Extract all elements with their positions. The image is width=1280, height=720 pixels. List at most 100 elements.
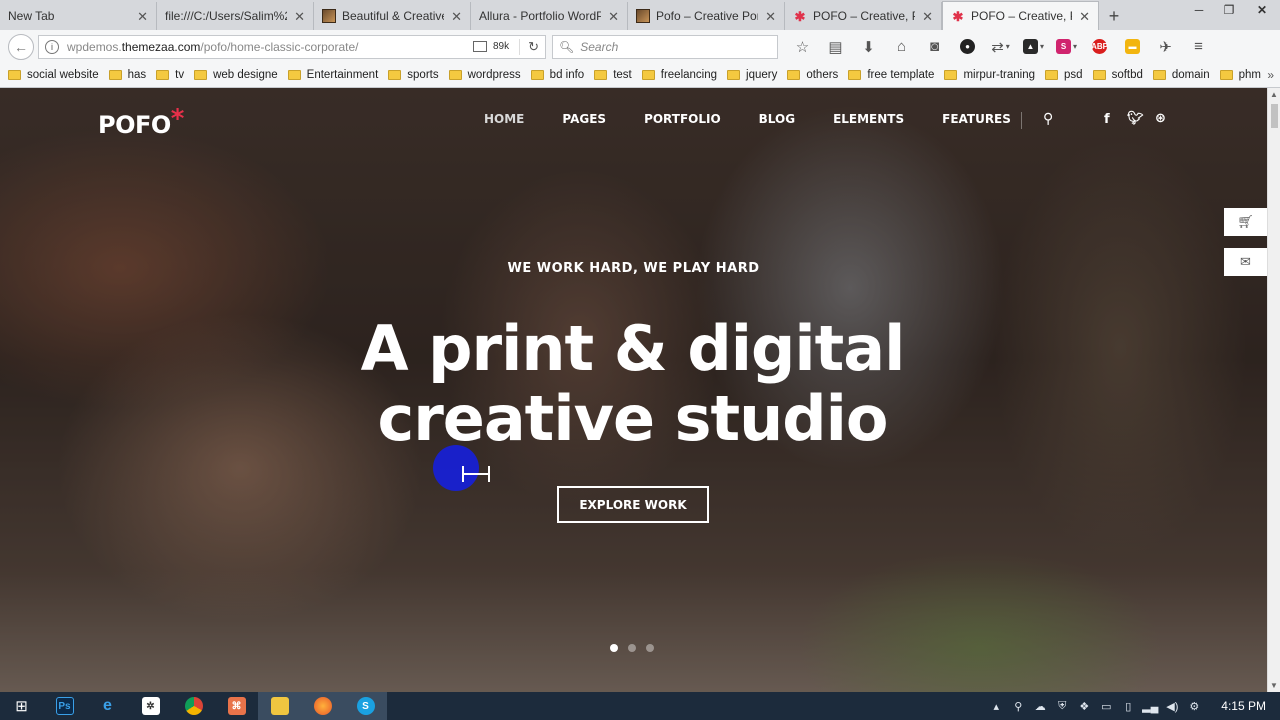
new-tab-button[interactable]: + — [1099, 2, 1129, 30]
bookmark-folder[interactable]: others — [787, 69, 838, 81]
address-bar[interactable]: i wpdemos.themezaa.com/pofo/home-classic… — [38, 34, 546, 59]
close-tab-icon[interactable]: ✕ — [294, 9, 305, 25]
close-tab-icon[interactable]: ✕ — [137, 9, 148, 25]
nav-portfolio[interactable]: PORTFOLIO — [644, 112, 721, 126]
nav-elements[interactable]: ELEMENTS — [833, 112, 904, 126]
bookmark-folder[interactable]: bd info — [530, 69, 584, 81]
bookmark-folder[interactable]: psd — [1045, 69, 1083, 81]
search-icon[interactable]: ⚲ — [1043, 111, 1053, 127]
chrome-icon[interactable] — [172, 692, 215, 720]
reader-view-icon[interactable] — [472, 41, 487, 52]
bookmarks-overflow-icon[interactable]: » — [1267, 68, 1274, 82]
skype-icon[interactable]: S — [344, 692, 387, 720]
extension-s-icon[interactable]: S ▾ — [1050, 35, 1083, 59]
site-info-icon[interactable]: i — [45, 39, 59, 54]
bookmark-folder[interactable]: wordpress — [448, 69, 521, 81]
dropbox-icon[interactable]: ❖ — [1073, 700, 1095, 713]
url-text[interactable]: wpdemos.themezaa.com/pofo/home-classic-c… — [67, 40, 473, 54]
slider-dot-active[interactable] — [610, 644, 618, 652]
scroll-thumb[interactable] — [1271, 104, 1278, 128]
close-tab-icon[interactable]: ✕ — [922, 9, 933, 25]
browser-tab-active[interactable]: ✱ POFO – Creative, Po ✕ — [942, 1, 1099, 30]
ie-icon[interactable]: e — [86, 692, 129, 720]
bookmark-folder[interactable]: social website — [8, 69, 99, 81]
tray-expand-icon[interactable]: ▴ — [985, 700, 1007, 713]
browser-tab[interactable]: New Tab ✕ — [0, 2, 157, 30]
star-icon[interactable]: ☆ — [786, 35, 819, 59]
nav-pages[interactable]: PAGES — [562, 112, 606, 126]
slider-dot[interactable] — [628, 644, 636, 652]
bookmark-folder[interactable]: has — [108, 69, 146, 81]
bookmark-folder[interactable]: test — [594, 69, 632, 81]
nav-features[interactable]: FEATURES — [942, 112, 1011, 126]
bookmark-folder[interactable]: sports — [388, 69, 439, 81]
adblock-icon[interactable]: ABP — [1083, 35, 1116, 59]
explore-work-button[interactable]: EXPLORE WORK — [557, 486, 709, 523]
scroll-up-icon[interactable]: ▲ — [1270, 90, 1278, 99]
taskbar-clock[interactable]: 4:15 PM — [1221, 699, 1266, 713]
bookmark-folder[interactable]: tv — [156, 69, 184, 81]
tab-title: file:///C:/Users/Salim%2 — [165, 9, 287, 23]
firefox-icon[interactable] — [301, 692, 344, 720]
close-tab-icon[interactable]: ✕ — [451, 9, 462, 25]
tray-shield-icon[interactable]: ⛨ — [1051, 700, 1073, 713]
bookmark-folder[interactable]: freelancing — [641, 69, 717, 81]
app-orange-icon[interactable]: ⌘ — [215, 692, 258, 720]
restore-button[interactable]: ❐ — [1214, 0, 1244, 20]
bookmark-folder[interactable]: domain — [1152, 69, 1210, 81]
pocket-icon[interactable]: ◙ — [918, 35, 951, 59]
site-logo[interactable]: POFO* — [98, 104, 184, 140]
twitter-icon[interactable]: 🐦︎ — [1127, 111, 1144, 126]
extension-yellow-icon[interactable]: ▬ — [1116, 35, 1149, 59]
extension-pin-icon[interactable]: ✈ — [1149, 35, 1182, 59]
back-button[interactable]: ← — [8, 33, 34, 60]
minimize-button[interactable]: ─ — [1184, 0, 1214, 20]
file-explorer-icon[interactable] — [258, 692, 301, 720]
language-icon[interactable]: ⚙ — [1183, 700, 1205, 713]
bookmark-label: test — [613, 69, 632, 81]
scroll-down-icon[interactable]: ▼ — [1270, 681, 1278, 690]
volume-icon[interactable]: ◀) — [1161, 700, 1183, 713]
close-tab-icon[interactable]: ✕ — [1079, 9, 1090, 25]
bookmark-folder[interactable]: Entertainment — [287, 69, 378, 81]
extension-arrows-icon[interactable]: ⇄ ▾ — [984, 35, 1017, 59]
home-icon[interactable]: ⌂ — [885, 35, 918, 59]
nav-blog[interactable]: BLOG — [759, 112, 795, 126]
window-close-button[interactable]: ✕ — [1244, 0, 1280, 20]
nav-home[interactable]: HOME — [484, 112, 524, 126]
browser-tab[interactable]: Beautiful & Creative ✕ — [314, 2, 471, 30]
browser-tab[interactable]: file:///C:/Users/Salim%2 ✕ — [157, 2, 314, 30]
tray-display-icon[interactable]: ▭ — [1095, 700, 1117, 713]
extension-dark-icon[interactable]: ● — [951, 35, 984, 59]
bookmark-folder[interactable]: free template — [848, 69, 934, 81]
folder-icon — [944, 70, 958, 80]
bookmark-folder[interactable]: mirpur-traning — [944, 69, 1035, 81]
bookmark-folder[interactable]: softbd — [1092, 69, 1143, 81]
tray-weather-icon[interactable]: ☁ — [1029, 700, 1051, 713]
menu-icon[interactable]: ≡ — [1182, 35, 1215, 59]
browser-tab[interactable]: Allura - Portfolio WordP ✕ — [471, 2, 628, 30]
bookmark-folder[interactable]: phm — [1219, 69, 1261, 81]
slider-dot[interactable] — [646, 644, 654, 652]
network-icon[interactable]: ▂▄ — [1139, 700, 1161, 713]
library-icon[interactable]: ▤ — [819, 35, 852, 59]
cart-button[interactable]: 🛒︎ — [1224, 208, 1267, 236]
windows-start-icon[interactable]: ⊞ — [0, 692, 43, 720]
browser-tab[interactable]: ✱ POFO – Creative, Po ✕ — [785, 2, 942, 30]
download-icon[interactable]: ⬇ — [852, 35, 885, 59]
browser-tab[interactable]: Pofo – Creative Port ✕ — [628, 2, 785, 30]
dribbble-icon[interactable]: ⊛ — [1155, 111, 1166, 126]
close-tab-icon[interactable]: ✕ — [765, 9, 776, 25]
tray-search-icon[interactable]: ⚲ — [1007, 700, 1029, 713]
close-tab-icon[interactable]: ✕ — [608, 9, 619, 25]
reload-icon[interactable]: ↻ — [519, 38, 539, 55]
extension-hat-icon[interactable]: ▲ ▾ — [1017, 35, 1050, 59]
search-input[interactable]: 🔍︎ Search — [552, 34, 778, 59]
generic-app-icon[interactable]: ✲ — [129, 692, 172, 720]
bookmark-folder[interactable]: web designe — [194, 69, 278, 81]
facebook-icon[interactable]: f — [1104, 112, 1110, 127]
battery-icon[interactable]: ▯ — [1117, 700, 1139, 713]
photoshop-icon[interactable]: Ps — [43, 692, 86, 720]
bookmark-folder[interactable]: jquery — [727, 69, 777, 81]
vertical-scrollbar[interactable]: ▲ ▼ — [1267, 88, 1280, 692]
